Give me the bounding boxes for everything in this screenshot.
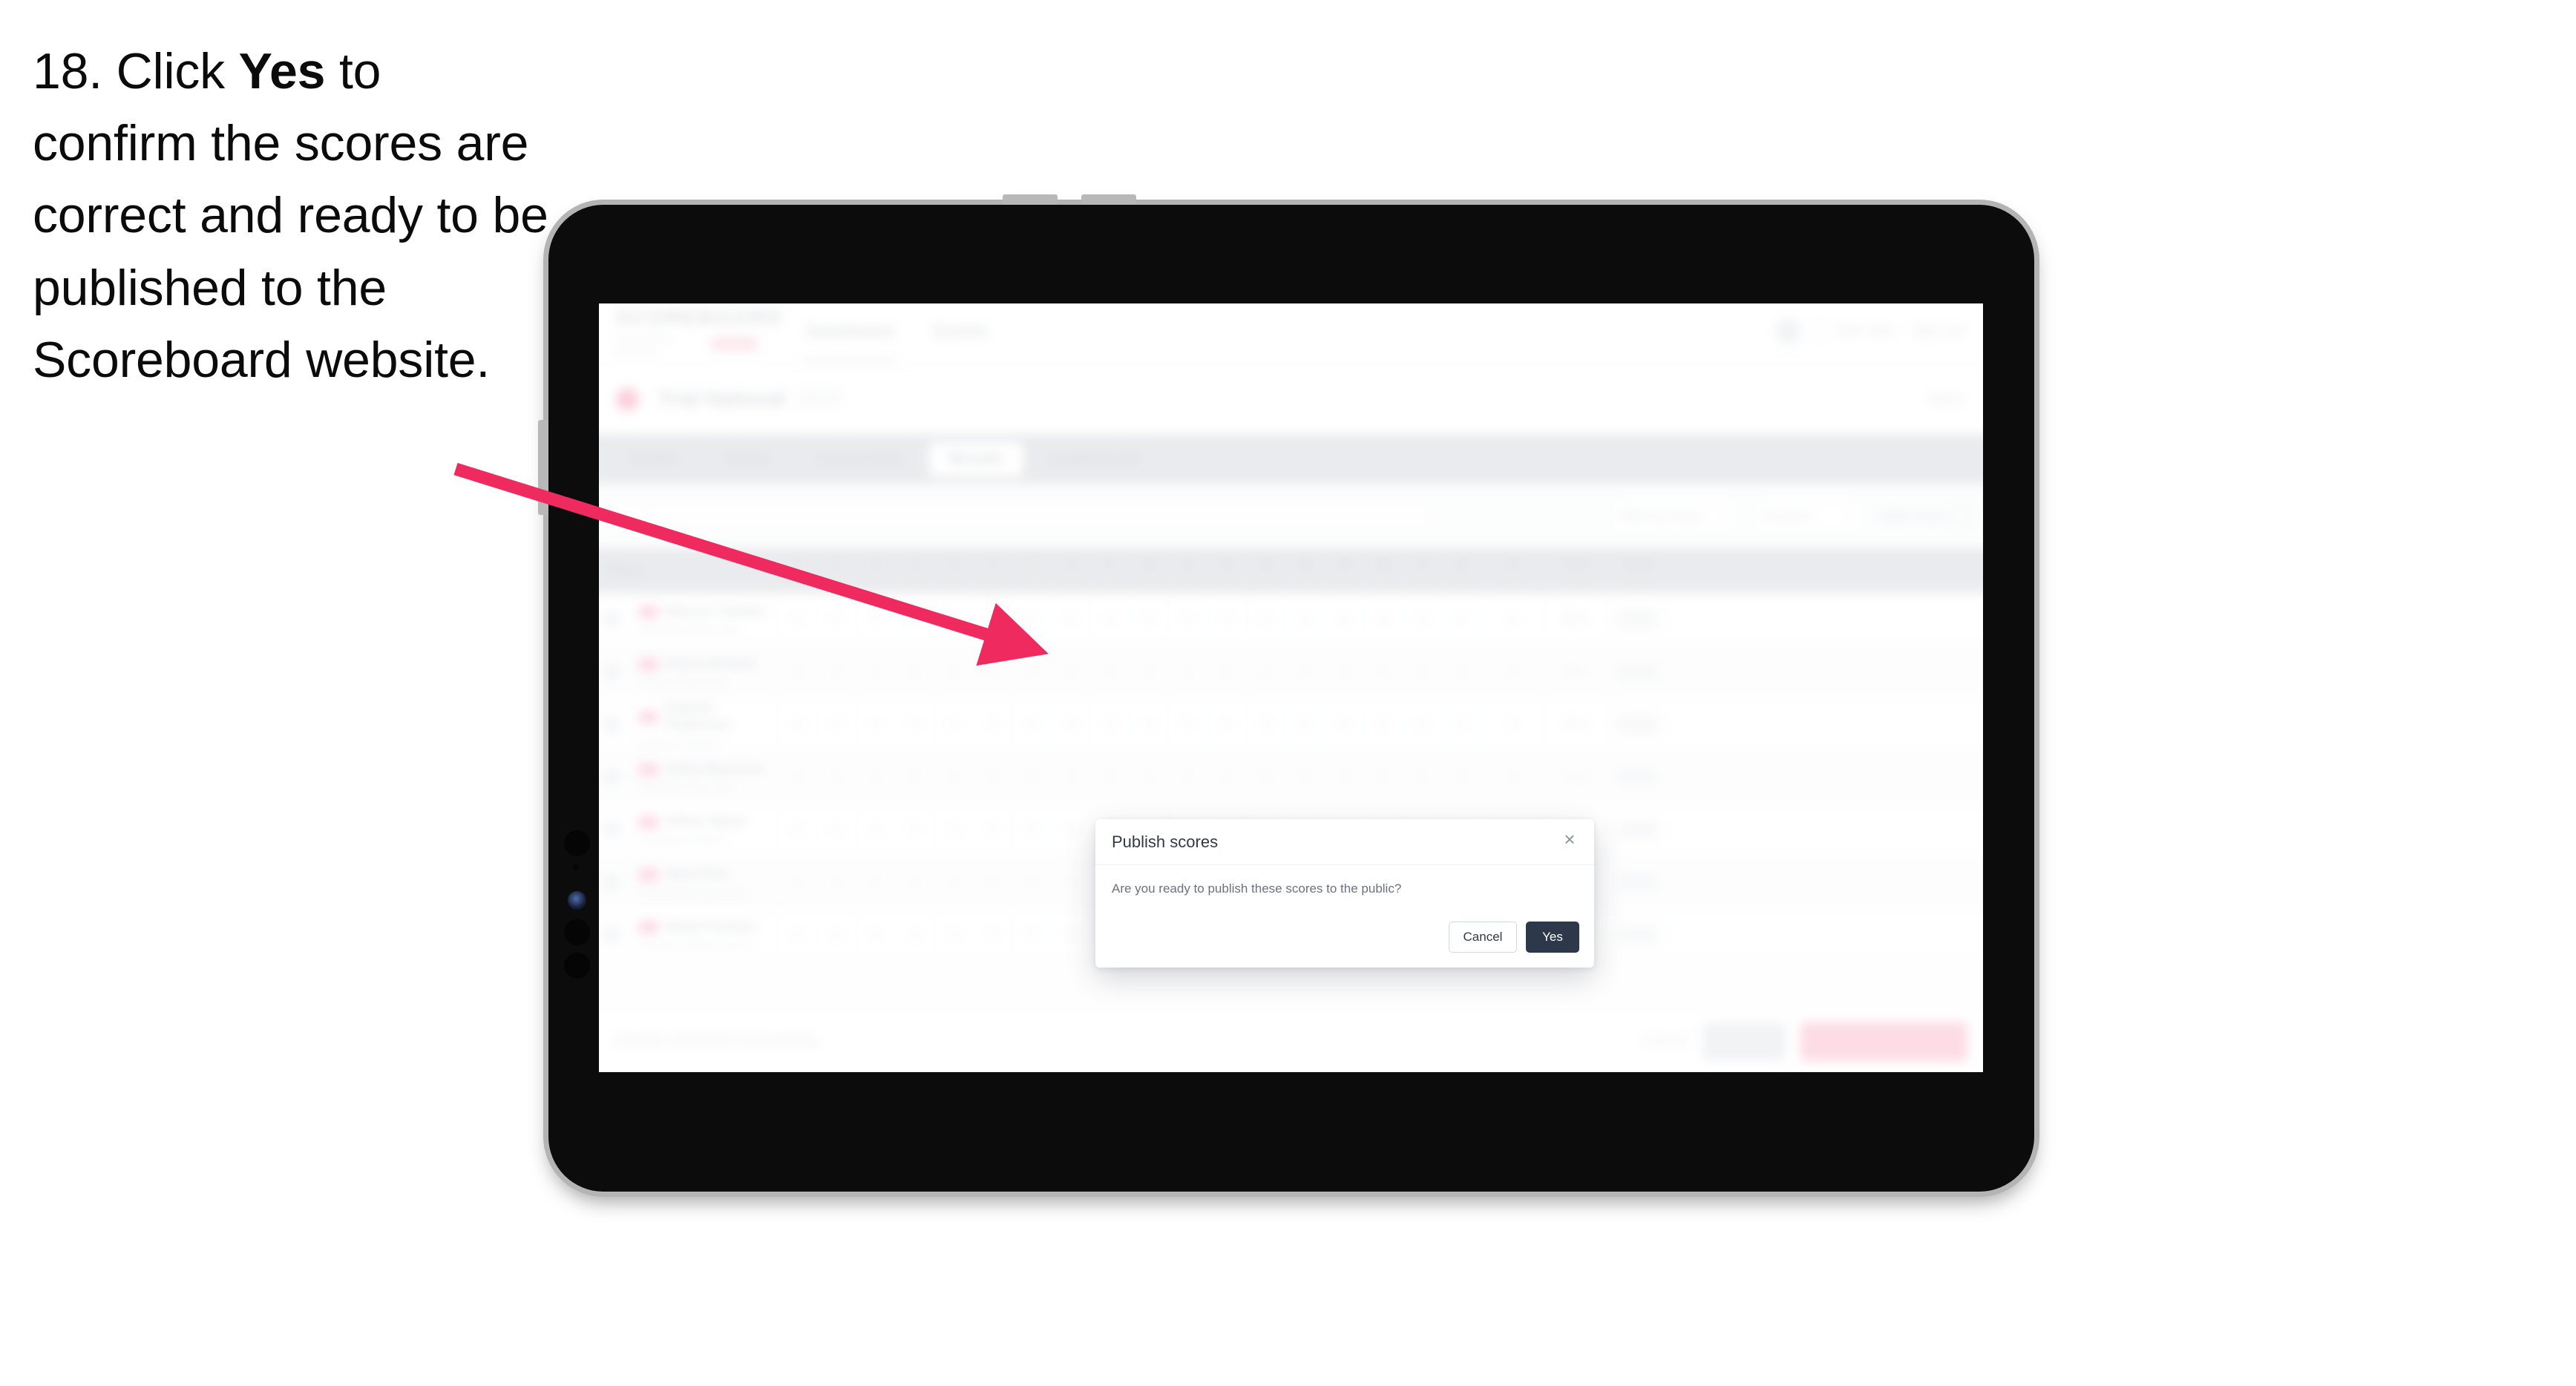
camera-flash-icon [568, 891, 586, 910]
instruction-caption: 18. Click Yes to confirm the scores are … [33, 36, 552, 396]
dialog-header: Publish scores × [1095, 819, 1594, 865]
tablet-device: SCOREBOARD Competition Manager BETA Dash… [538, 194, 2034, 1192]
tablet-screen: SCOREBOARD Competition Manager BETA Dash… [599, 303, 1983, 1072]
dialog-title: Publish scores [1112, 832, 1219, 851]
caption-text-before: Click [102, 43, 239, 99]
caption-step-number: 18. [33, 43, 102, 99]
yes-button[interactable]: Yes [1526, 922, 1579, 953]
volume-up-button[interactable] [1003, 194, 1058, 205]
screenshot-root: 18. Click Yes to confirm the scores are … [0, 0, 2576, 1386]
dialog-message: Are you ready to publish these scores to… [1112, 881, 1402, 896]
camera-lens-secondary-icon [564, 919, 590, 945]
volume-down-button[interactable] [1081, 194, 1136, 205]
power-button[interactable] [538, 420, 548, 515]
publish-scores-dialog: Publish scores × Are you ready to publis… [1095, 819, 1594, 968]
camera-lens-tertiary-icon [564, 953, 590, 979]
cancel-button[interactable]: Cancel [1449, 922, 1517, 953]
dialog-actions: Cancel Yes [1449, 922, 1579, 953]
proximity-sensor-icon [573, 864, 579, 870]
camera-lens-icon [564, 830, 590, 856]
dialog-body: Are you ready to publish these scores to… [1095, 865, 1594, 896]
close-icon[interactable]: × [1559, 828, 1581, 850]
caption-emphasis: Yes [238, 43, 326, 99]
